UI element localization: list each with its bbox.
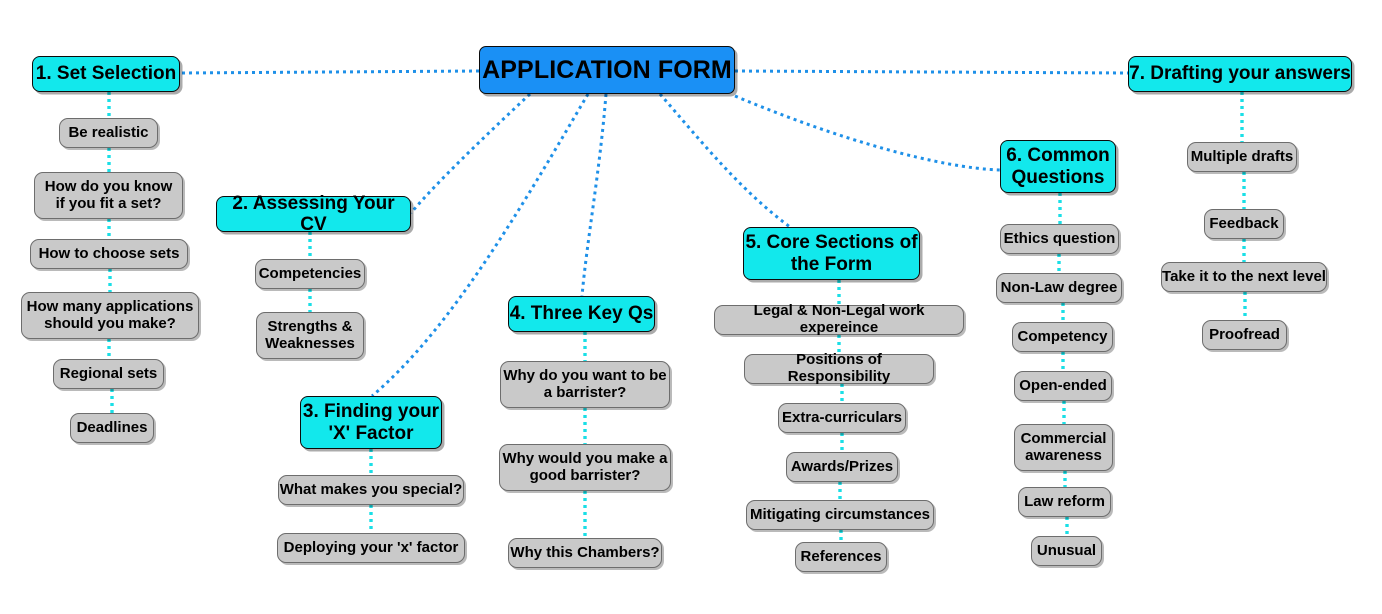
topic-node-6-common-questions[interactable]: 6. Common Questions (1000, 140, 1116, 193)
root-link-to-branch-7 (734, 69, 1129, 75)
leaf-node-deploying-your-x-factor[interactable]: Deploying your 'x' factor (277, 533, 465, 563)
leaf-node-deadlines[interactable]: Deadlines (70, 413, 154, 443)
leaf-node-why-this-chambers[interactable]: Why this Chambers? (508, 538, 662, 568)
leaf-node-ethics-question[interactable]: Ethics question (1000, 224, 1119, 254)
leaf-node-references[interactable]: References (795, 542, 887, 572)
root-link-to-branch-4 (580, 93, 608, 297)
leaf-node-legal-non-legal-work-expereince[interactable]: Legal & Non-Legal work expereince (714, 302, 964, 336)
leaf-node-feedback[interactable]: Feedback (1204, 209, 1284, 239)
leaf-node-regional-sets[interactable]: Regional sets (53, 359, 164, 389)
leaf-node-proofread[interactable]: Proofread (1202, 320, 1287, 350)
topic-node-5-core-sections-of-the-form[interactable]: 5. Core Sections of the Form (743, 227, 920, 280)
root-link-to-branch-3 (371, 93, 590, 398)
topic-node-3-finding-your-x-factor[interactable]: 3. Finding your 'X' Factor (300, 396, 442, 449)
topic-node-7-drafting-your-answers[interactable]: 7. Drafting your answers (1128, 56, 1352, 92)
leaf-node-why-would-you-make-a-good-barrister[interactable]: Why would you make a good barrister? (499, 444, 671, 491)
mindmap-canvas: APPLICATION FORM 1. Set Selection Be reali… (0, 0, 1382, 614)
root-link-to-branch-5 (658, 93, 791, 229)
leaf-node-positions-of-responsibility[interactable]: Positions of Responsibility (744, 351, 934, 385)
topic-node-2-assessing-your-cv[interactable]: 2. Assessing Your CV (216, 193, 411, 235)
leaf-node-why-do-you-want-to-be-a-barrister[interactable]: Why do you want to be a barrister? (500, 361, 670, 408)
leaf-node-multiple-drafts[interactable]: Multiple drafts (1187, 142, 1297, 172)
leaf-node-commercial-awareness[interactable]: Commercial awareness (1014, 424, 1113, 471)
leaf-node-open-ended[interactable]: Open-ended (1014, 371, 1112, 401)
root-link-to-branch-2 (409, 92, 532, 214)
root-node-application-form[interactable]: APPLICATION FORM (479, 46, 735, 94)
leaf-node-non-law-degree[interactable]: Non-Law degree (996, 273, 1122, 303)
root-link-to-branch-6 (734, 94, 1001, 172)
leaf-node-take-it-to-the-next-level[interactable]: Take it to the next level (1161, 262, 1327, 292)
topic-node-1-set-selection[interactable]: 1. Set Selection (32, 56, 180, 92)
leaf-node-extra-curriculars[interactable]: Extra-curriculars (778, 403, 906, 433)
leaf-node-how-do-you-know-if-you-fit-a-set[interactable]: How do you know if you fit a set? (34, 172, 183, 219)
leaf-node-how-to-choose-sets[interactable]: How to choose sets (30, 239, 188, 269)
root-link-to-branch-1 (179, 69, 480, 75)
leaf-node-mitigating-circumstances[interactable]: Mitigating circumstances (746, 500, 934, 530)
leaf-node-competency[interactable]: Competency (1012, 322, 1113, 352)
leaf-node-be-realistic[interactable]: Be realistic (59, 118, 158, 148)
leaf-node-how-many-applications-should-you-make[interactable]: How many applications should you make? (21, 292, 199, 339)
leaf-node-law-reform[interactable]: Law reform (1018, 487, 1111, 517)
leaf-node-unusual[interactable]: Unusual (1031, 536, 1102, 566)
leaf-node-strengths-weaknesses[interactable]: Strengths & Weaknesses (256, 312, 364, 359)
leaf-node-awards-prizes[interactable]: Awards/Prizes (786, 452, 898, 482)
topic-node-4-three-key-qs[interactable]: 4. Three Key Qs (508, 296, 655, 332)
leaf-node-what-makes-you-special[interactable]: What makes you special? (278, 475, 464, 505)
leaf-node-competencies[interactable]: Competencies (255, 259, 365, 289)
